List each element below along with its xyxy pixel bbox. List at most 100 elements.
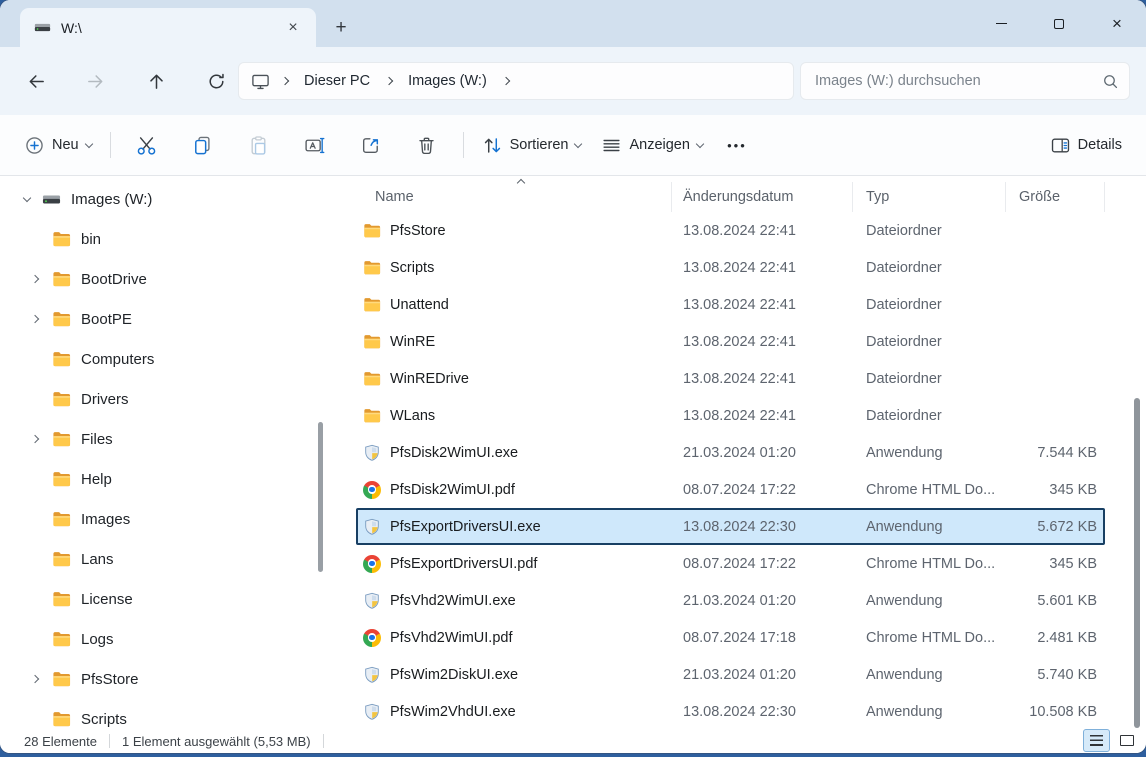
chevron-right-icon[interactable] (385, 77, 393, 85)
chrome-icon (363, 481, 381, 499)
plus-circle-icon (24, 135, 45, 156)
folder-icon (52, 470, 71, 489)
table-row[interactable]: WinRE 13.08.2024 22:41 Dateiordner (356, 323, 1105, 360)
new-button[interactable]: Neu (14, 126, 102, 164)
sidebar-item-files[interactable]: Files (0, 419, 340, 459)
table-row[interactable]: PfsWim2DiskUI.exe 21.03.2024 01:20 Anwen… (356, 656, 1105, 693)
chevron-down-icon (574, 139, 582, 147)
chevron-right-icon[interactable] (502, 77, 510, 85)
chevron-right-icon[interactable] (31, 275, 39, 283)
search-box[interactable] (800, 62, 1130, 100)
folder-icon (52, 390, 71, 409)
forward-button[interactable] (76, 63, 116, 99)
explorer-tab[interactable]: W:\ × (20, 8, 316, 47)
tab-close-icon[interactable]: × (280, 15, 306, 41)
table-row[interactable]: PfsDisk2WimUI.exe 21.03.2024 01:20 Anwen… (356, 434, 1105, 471)
view-menu-icon (601, 135, 622, 156)
table-row[interactable]: WinREDrive 13.08.2024 22:41 Dateiordner (356, 360, 1105, 397)
view-button[interactable]: Anzeigen (591, 126, 712, 164)
folder-icon (52, 270, 71, 289)
sidebar-item-bootdrive[interactable]: BootDrive (0, 259, 340, 299)
column-header-date[interactable]: Änderungsdatum (672, 182, 853, 212)
sidebar-item-bin[interactable]: bin (0, 219, 340, 259)
sidebar-item-license[interactable]: License (0, 579, 340, 619)
details-view-button[interactable] (1083, 729, 1110, 752)
table-row[interactable]: Scripts 13.08.2024 22:41 Dateiordner (356, 249, 1105, 286)
maximize-button[interactable] (1030, 0, 1088, 47)
navigation-bar: Dieser PC Images (W:) (0, 47, 1146, 115)
chevron-down-icon (84, 139, 92, 147)
back-button[interactable] (16, 63, 56, 99)
sidebar-item-scripts[interactable]: Scripts (0, 699, 340, 729)
table-row-selected[interactable]: PfsExportDriversUI.exe 13.08.2024 22:30 … (356, 508, 1105, 545)
more-options-button[interactable]: ••• (713, 126, 761, 164)
list-scrollbar[interactable] (1134, 398, 1140, 728)
details-pane-icon (1050, 135, 1071, 156)
refresh-button[interactable] (196, 63, 236, 99)
new-tab-button[interactable]: + (324, 8, 358, 47)
item-count: 28 Elemente (24, 734, 97, 749)
chevron-right-icon[interactable] (281, 77, 289, 85)
table-row[interactable]: PfsVhd2WimUI.exe 21.03.2024 01:20 Anwend… (356, 582, 1105, 619)
close-button[interactable]: × (1088, 0, 1146, 47)
file-list: Name Änderungsdatum Typ Größe PfsStore 1… (340, 176, 1146, 729)
application-icon (363, 592, 381, 610)
folder-icon (52, 710, 71, 729)
share-button[interactable] (343, 126, 399, 164)
table-row[interactable]: PfsWim2VhdUI.exe 13.08.2024 22:30 Anwend… (356, 693, 1105, 729)
sidebar-item-drivers[interactable]: Drivers (0, 379, 340, 419)
sidebar-item-logs[interactable]: Logs (0, 619, 340, 659)
sort-button[interactable]: Sortieren (472, 126, 592, 164)
copy-button[interactable] (175, 126, 231, 164)
details-pane-button[interactable]: Details (1040, 126, 1132, 164)
up-button[interactable] (136, 63, 176, 99)
clipboard-icon (248, 135, 269, 156)
folder-icon (363, 407, 381, 425)
search-input[interactable] (815, 73, 1102, 89)
table-row[interactable]: PfsVhd2WimUI.pdf 08.07.2024 17:18 Chrome… (356, 619, 1105, 656)
table-row[interactable]: PfsExportDriversUI.pdf 08.07.2024 17:22 … (356, 545, 1105, 582)
sidebar-item-images[interactable]: Images (0, 499, 340, 539)
minimize-button[interactable] (972, 0, 1030, 47)
table-row[interactable]: PfsDisk2WimUI.pdf 08.07.2024 17:22 Chrom… (356, 471, 1105, 508)
command-toolbar: Neu Sortieren Anzeigen ••• Details (0, 115, 1146, 176)
folder-icon (52, 510, 71, 529)
sidebar-item-lans[interactable]: Lans (0, 539, 340, 579)
sidebar-item-pfsstore[interactable]: PfsStore (0, 659, 340, 699)
folder-icon (363, 333, 381, 351)
cut-button[interactable] (119, 126, 175, 164)
application-icon (363, 666, 381, 684)
thumbnail-view-button[interactable] (1113, 729, 1140, 752)
this-pc-icon (251, 72, 270, 91)
address-bar[interactable]: Dieser PC Images (W:) (238, 62, 794, 100)
folder-icon (52, 310, 71, 329)
selection-summary: 1 Element ausgewählt (5,53 MB) (122, 734, 311, 749)
folder-icon (363, 222, 381, 240)
sidebar-item-help[interactable]: Help (0, 459, 340, 499)
thumbnail-view-icon (1120, 735, 1134, 746)
table-row[interactable]: PfsStore 13.08.2024 22:41 Dateiordner (356, 212, 1105, 249)
breadcrumb-images-w[interactable]: Images (W:) (404, 70, 491, 92)
paste-button-disabled (231, 126, 287, 164)
chevron-right-icon[interactable] (31, 675, 39, 683)
sidebar-scrollbar[interactable] (318, 422, 323, 572)
sidebar-item-computers[interactable]: Computers (0, 339, 340, 379)
folder-icon (52, 550, 71, 569)
sidebar-item-bootpe[interactable]: BootPE (0, 299, 340, 339)
folder-icon (52, 430, 71, 449)
sidebar-item-images-w-root[interactable]: Images (W:) (0, 179, 340, 219)
column-header-name[interactable]: Name (356, 182, 672, 212)
breadcrumb-dieser-pc[interactable]: Dieser PC (300, 70, 374, 92)
toolbar-divider (110, 132, 111, 158)
view-toggles (1083, 729, 1140, 752)
column-header-size[interactable]: Größe (1006, 182, 1105, 212)
delete-button[interactable] (399, 126, 455, 164)
chevron-right-icon[interactable] (31, 315, 39, 323)
table-row[interactable]: WLans 13.08.2024 22:41 Dateiordner (356, 397, 1105, 434)
column-header-type[interactable]: Typ (853, 182, 1006, 212)
rename-button[interactable] (287, 126, 343, 164)
chevron-down-icon[interactable] (23, 193, 31, 201)
table-row[interactable]: Unattend 13.08.2024 22:41 Dateiordner (356, 286, 1105, 323)
chevron-right-icon[interactable] (31, 435, 39, 443)
trash-icon (416, 135, 437, 156)
